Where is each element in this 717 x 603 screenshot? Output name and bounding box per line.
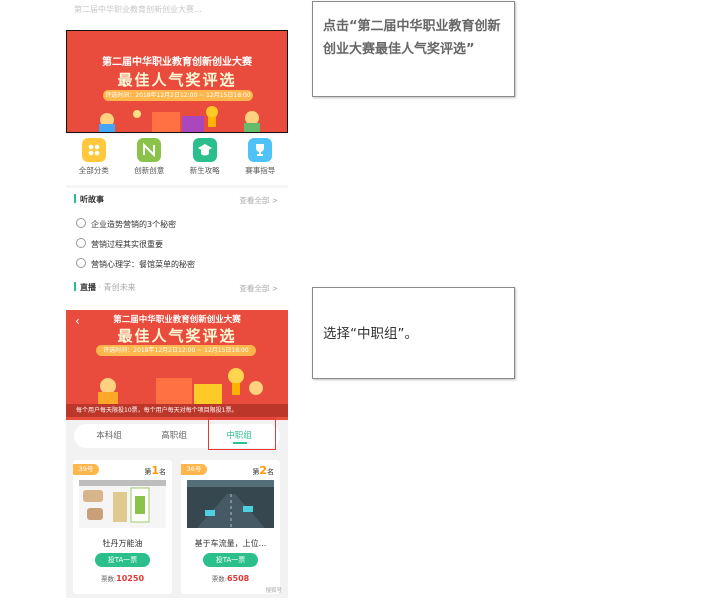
instruction-callout-step2: 选择“中职组”。: [312, 287, 515, 379]
project-number-badge: 36号: [181, 464, 207, 475]
category-innovation[interactable]: 创新创意: [124, 135, 174, 185]
vote-button[interactable]: 投TA一票: [203, 553, 258, 567]
vote-button[interactable]: 投TA一票: [95, 553, 150, 567]
stories-section: 听故事 查看全部 > 企业造势营销的3个秘密 营销过程其实很重要 营销心理学：餐…: [66, 188, 288, 303]
category-label: 新生攻略: [189, 166, 220, 175]
stories-heading: 听故事: [74, 194, 104, 205]
instruction-callout-step1: 点击“第二届中华职业教育创新创业大赛最佳人气奖评选”: [312, 1, 515, 97]
project-number-badge: 39号: [73, 464, 99, 475]
headphone-icon: [76, 218, 86, 228]
story-item[interactable]: 营销过程其实很重要: [76, 238, 163, 250]
banner-illustration: [99, 106, 260, 132]
banner-title: 最佳人气奖评选: [117, 327, 237, 345]
graduation-cap-icon: [192, 138, 217, 162]
project-name: 牡丹万能油: [102, 539, 143, 548]
project-image: [187, 480, 274, 528]
tab-higher-vocational[interactable]: 高职组: [144, 424, 204, 448]
banner-subtitle: 第二届中华职业教育创新创业大赛: [113, 315, 241, 325]
banner-time: 评选时间：2018年12月2日12:00 ~ 12月15日18:00: [96, 345, 256, 356]
category-row: 全部分类 创新创意 新生攻略 赛事指导: [66, 135, 288, 185]
banner-title: 最佳人气奖评选: [117, 71, 237, 89]
vote-count: 票数:10250: [100, 574, 145, 583]
story-item[interactable]: 营销心理学：餐馆菜单的秘密: [76, 258, 195, 270]
category-freshman[interactable]: 新生攻略: [180, 135, 230, 185]
vote-banner: ‹ 第二届中华职业教育创新创业大赛 最佳人气奖评选 评选时间：2018年12月2…: [66, 310, 288, 420]
rank-label: 第2名: [252, 464, 274, 477]
screenshot-vote-page: ‹ 第二届中华职业教育创新创业大赛 最佳人气奖评选 评选时间：2018年12月2…: [66, 310, 288, 598]
live-more-link[interactable]: 查看全部 >: [239, 283, 278, 294]
project-image: [79, 480, 166, 528]
screenshot-home: 第二届中华职业教育创新创业大赛... 第二届中华职业教育创新创业大赛 最佳人气奖…: [66, 0, 288, 303]
project-name: 基于车流量，上位...: [194, 539, 267, 548]
rank-label: 第1名: [144, 464, 166, 477]
banner-time: 评选时间：2018年12月2日12:00 ~ 12月15日18:00: [103, 90, 253, 101]
top-bar: 第二届中华职业教育创新创业大赛...: [66, 0, 288, 30]
banner-subtitle: 第二届中华职业教育创新创业大赛: [102, 57, 252, 68]
top-bar-text: 第二届中华职业教育创新创业大赛...: [74, 5, 202, 14]
headphone-icon: [76, 238, 86, 248]
stories-more-link[interactable]: 查看全部 >: [239, 195, 278, 206]
category-guidance[interactable]: 赛事指导: [235, 135, 285, 185]
tab-undergraduate[interactable]: 本科组: [79, 424, 139, 448]
instruction-text: 点击“第二届中华职业教育创新创业大赛最佳人气奖评选”: [323, 19, 501, 57]
n-icon: [137, 138, 162, 162]
grid-icon: [81, 138, 106, 162]
project-card[interactable]: 39号 第1名 牡丹万能油 投TA一票 票数:10250: [73, 460, 172, 594]
category-label: 赛事指导: [245, 166, 276, 175]
category-label: 创新创意: [134, 166, 165, 175]
vote-count: 票数:6508: [211, 574, 250, 583]
headphone-icon: [76, 258, 86, 268]
project-card[interactable]: 36号 第2名 基于车流量，上位... 投TA一票 票数:6508: [181, 460, 280, 594]
story-item[interactable]: 企业造势营销的3个秘密: [76, 218, 176, 230]
contest-banner[interactable]: 第二届中华职业教育创新创业大赛 最佳人气奖评选 评选时间：2018年12月2日1…: [66, 30, 288, 133]
trophy-icon: [248, 138, 273, 162]
category-label: 全部分类: [78, 166, 109, 175]
vote-rule-notice: 每个用户每天限投10票，每个用户每天对每个项目限投1票。: [66, 404, 288, 417]
banner-illustration: [98, 368, 263, 404]
watermark: 搜狐号: [265, 588, 282, 594]
highlight-box: [208, 418, 276, 450]
instruction-text: 选择“中职组”。: [323, 326, 418, 342]
live-heading: 直播 · 青创未来: [74, 282, 136, 293]
category-all[interactable]: 全部分类: [69, 135, 119, 185]
